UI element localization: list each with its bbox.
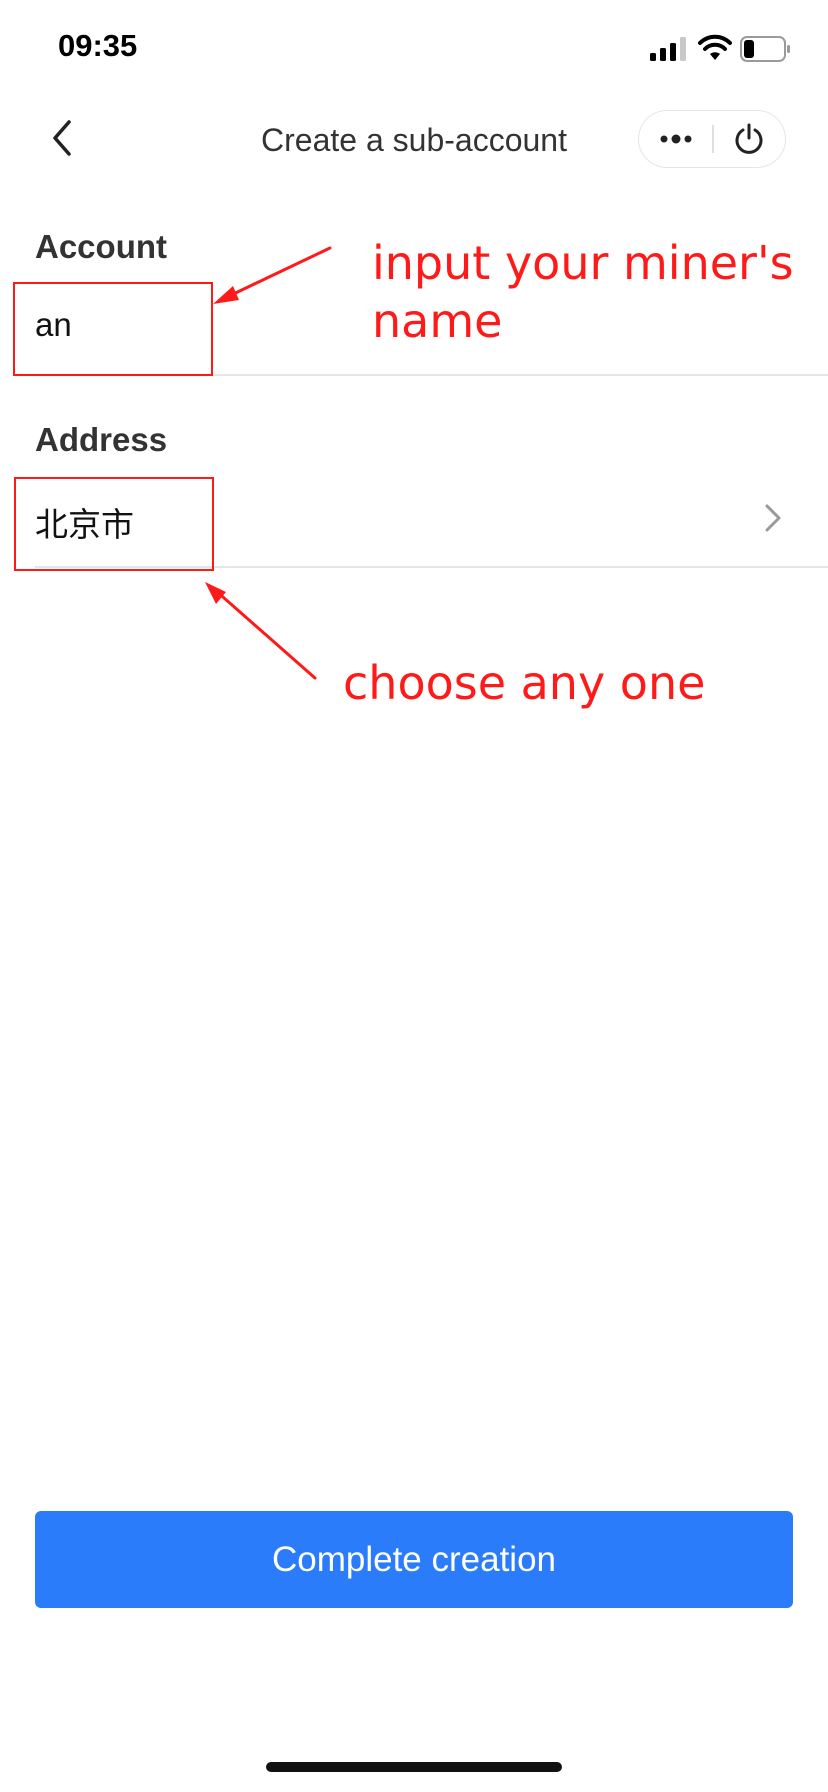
- status-time: 09:35: [58, 28, 138, 63]
- address-annotation: choose any one: [343, 656, 706, 710]
- nav-bar: Create a sub-account: [0, 100, 828, 196]
- close-program-button[interactable]: [714, 111, 784, 166]
- account-arrow: [213, 246, 332, 304]
- account-highlight-box: [13, 282, 213, 376]
- status-bar: 09:35: [0, 0, 828, 100]
- complete-creation-button[interactable]: Complete creation: [35, 1511, 793, 1608]
- battery-icon: [740, 36, 790, 62]
- home-indicator[interactable]: [266, 1762, 562, 1772]
- account-annotation: input your miner's name: [372, 234, 794, 350]
- chevron-right-icon: [765, 504, 781, 532]
- wifi-icon: [698, 34, 732, 60]
- account-label: Account: [35, 228, 167, 265]
- address-label: Address: [35, 421, 168, 458]
- cellular-signal-icon: [650, 37, 686, 61]
- power-icon: [735, 123, 763, 154]
- account-annotation-line2: name: [372, 294, 503, 348]
- more-button[interactable]: [639, 111, 712, 166]
- address-arrow: [205, 582, 317, 680]
- address-highlight-box: [14, 477, 214, 571]
- mini-program-capsule: [638, 110, 786, 168]
- more-dots-icon: [660, 134, 691, 143]
- account-annotation-line1: input your miner's: [372, 236, 794, 290]
